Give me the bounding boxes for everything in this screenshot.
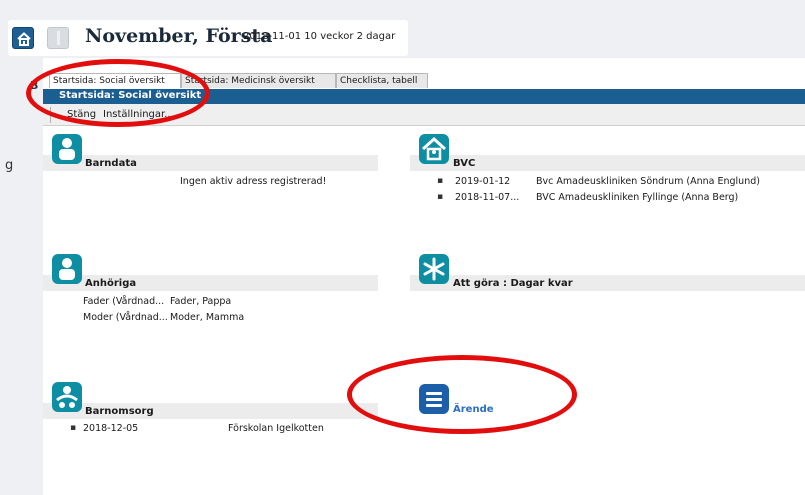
relative-role: Fader (Vårdnad...: [83, 296, 165, 307]
bvc-row-date: 2018-11-07...: [455, 192, 520, 203]
list-bullet: ▪: [437, 176, 444, 186]
person-icon: [52, 134, 82, 164]
relative-name[interactable]: Moder, Mamma: [170, 312, 244, 323]
patient-birthdate-age: 2018-11-01 10 veckor 2 dagar: [243, 31, 396, 42]
barnomsorg-row-date: 2018-12-05: [83, 423, 139, 434]
person-icon: [52, 254, 82, 284]
overview-content: Barndata Ingen aktiv adress registrerad!…: [43, 126, 805, 495]
asterisk-icon: [419, 254, 449, 284]
barnomsorg-title: Barnomsorg: [85, 406, 154, 417]
home-button[interactable]: [12, 27, 34, 49]
bvc-title: BVC: [453, 158, 476, 169]
left-sidebar: [0, 58, 43, 495]
barnomsorg-row-text[interactable]: Förskolan Igelkotten: [228, 423, 324, 434]
sidebar-fragment-g: g: [5, 158, 14, 173]
relative-name[interactable]: Fader, Pappa: [170, 296, 231, 307]
bvc-row-text[interactable]: Bvc Amadeuskliniken Söndrum (Anna Englun…: [536, 176, 760, 187]
house-icon: [419, 134, 449, 164]
home-icon: [17, 32, 31, 46]
info-button[interactable]: [47, 27, 69, 49]
attgora-title: Att göra : Dagar kvar: [453, 278, 573, 289]
list-bullet: ▪: [437, 192, 444, 202]
tab-checklist-table[interactable]: Checklista, tabell: [336, 73, 428, 88]
annotation-circle-arende: [347, 355, 577, 434]
barndata-title: Barndata: [85, 158, 137, 169]
barndata-no-address-message: Ingen aktiv adress registrerad!: [180, 176, 327, 187]
info-icon: [57, 31, 60, 45]
anhoriga-title: Anhöriga: [85, 278, 137, 289]
annotation-circle-tab: [26, 59, 210, 127]
bvc-row-date: 2019-01-12: [455, 176, 511, 187]
child-care-icon: [52, 382, 82, 412]
relative-role: Moder (Vårdnad...: [83, 312, 168, 323]
list-bullet: ▪: [70, 423, 77, 433]
bvc-row-text[interactable]: BVC Amadeuskliniken Fyllinge (Anna Berg): [536, 192, 738, 203]
